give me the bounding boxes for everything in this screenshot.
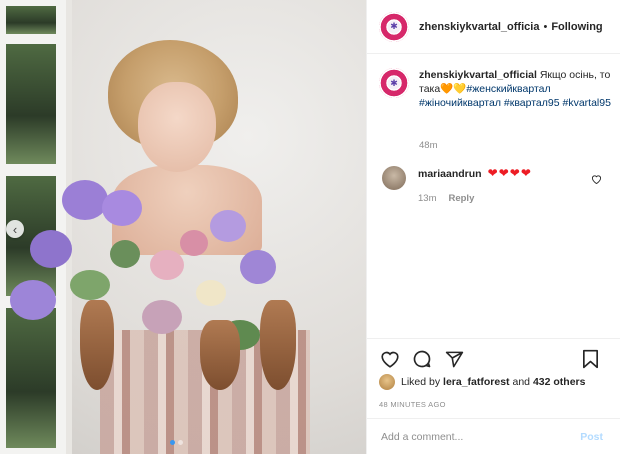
following-button[interactable]: Following bbox=[551, 21, 602, 33]
caption-text-block: zhenskiykvartal_official Якщо осінь, то … bbox=[419, 68, 611, 110]
comment-meta: 13m Reply bbox=[418, 193, 474, 204]
share-icon[interactable] bbox=[443, 348, 465, 370]
liker-avatar[interactable] bbox=[379, 374, 395, 390]
chevron-left-icon[interactable]: ‹ bbox=[6, 220, 24, 238]
comment-form: Post bbox=[367, 418, 620, 455]
post-button[interactable]: Post bbox=[574, 430, 609, 444]
comment-time: 13m bbox=[418, 193, 437, 204]
carousel-dot bbox=[178, 440, 183, 445]
comment-body: mariaandrun ❤❤❤❤ bbox=[418, 166, 532, 180]
hashtag-link[interactable]: #жіночийквартал bbox=[419, 97, 501, 109]
account-username[interactable]: zhenskiykvartal_officia bbox=[419, 21, 539, 33]
caption-emoji: 🧡💛 bbox=[440, 83, 467, 95]
flower-bouquet bbox=[10, 170, 310, 390]
post-timestamp[interactable]: 48 MINUTES AGO bbox=[379, 400, 446, 409]
bookmark-icon[interactable] bbox=[579, 348, 601, 370]
reply-button[interactable]: Reply bbox=[448, 193, 474, 204]
hashtag-link[interactable]: #kvartal95 bbox=[563, 97, 611, 109]
window-pane bbox=[6, 44, 56, 164]
comment: mariaandrun ❤❤❤❤ bbox=[379, 166, 611, 190]
carousel-dot-active bbox=[170, 440, 175, 445]
liker-username[interactable]: lera_fatforest bbox=[443, 376, 510, 388]
carousel-dots bbox=[170, 440, 183, 445]
post-header: zhenskiykvartal_officia • Following bbox=[367, 0, 620, 54]
divider bbox=[367, 338, 620, 339]
likes-middle: and bbox=[512, 376, 531, 388]
account-avatar[interactable] bbox=[379, 11, 409, 42]
hashtag-link[interactable]: #квартал95 bbox=[504, 97, 560, 109]
commenter-avatar[interactable] bbox=[382, 166, 406, 190]
commenter-username[interactable]: mariaandrun bbox=[418, 168, 482, 180]
figure-face bbox=[138, 82, 216, 172]
caption-username[interactable]: zhenskiykvartal_official bbox=[419, 69, 537, 81]
caption-avatar[interactable] bbox=[379, 68, 409, 98]
caption: zhenskiykvartal_official Якщо осінь, то … bbox=[379, 68, 611, 110]
comment-text: ❤❤❤❤ bbox=[487, 166, 532, 180]
likes-prefix: Liked by bbox=[401, 376, 441, 388]
comment-icon[interactable] bbox=[411, 348, 433, 370]
window-pane bbox=[6, 6, 56, 34]
header-separator: • bbox=[543, 20, 548, 33]
action-bar bbox=[379, 346, 611, 372]
likes-count-link[interactable]: 432 others bbox=[533, 376, 586, 388]
post-photo[interactable]: ‹ bbox=[0, 0, 366, 454]
small-heart-icon[interactable] bbox=[591, 174, 602, 187]
hashtag-link[interactable]: #женскийквартал bbox=[466, 83, 550, 95]
comment-input[interactable] bbox=[379, 430, 575, 444]
likes-summary: Liked by lera_fatforest and 432 others bbox=[379, 374, 585, 390]
heart-icon[interactable] bbox=[379, 348, 401, 370]
post-details-panel: zhenskiykvartal_officia • Following zhen… bbox=[366, 0, 620, 454]
caption-time[interactable]: 48m bbox=[419, 140, 437, 151]
